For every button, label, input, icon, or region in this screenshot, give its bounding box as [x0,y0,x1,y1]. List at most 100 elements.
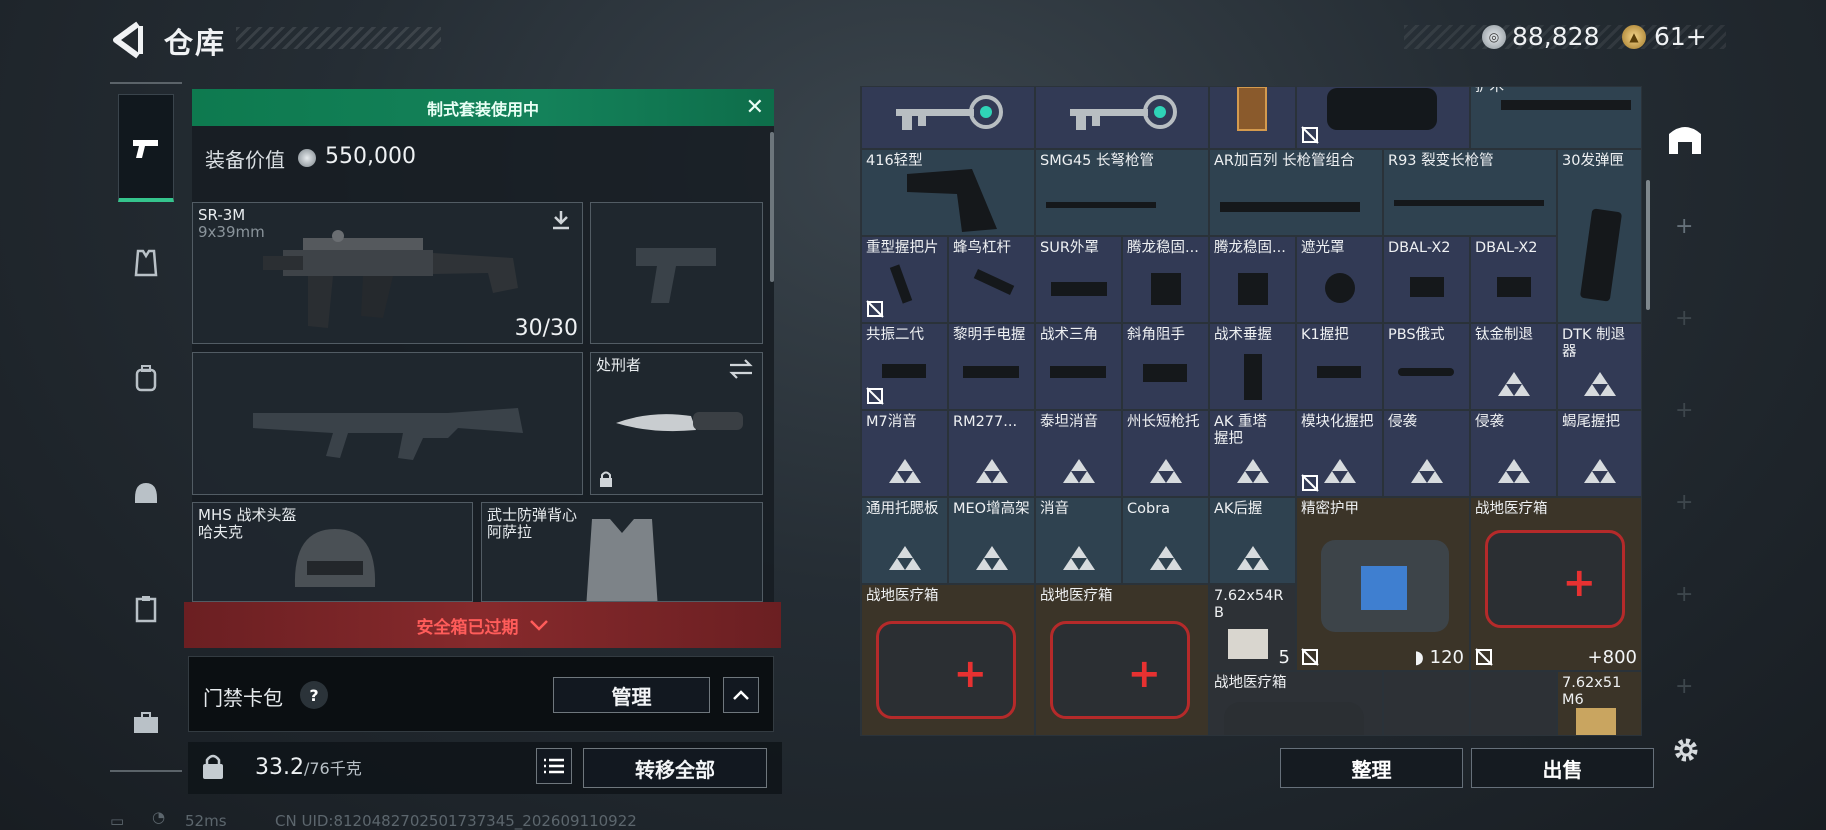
add-storage-page-icon[interactable]: + [1675,398,1693,423]
unknown-item-icon [1236,546,1269,570]
grid-cell-item[interactable]: DTK 制退器 [1557,323,1641,410]
tab-weapons[interactable] [118,94,174,202]
grid-cell-item[interactable]: 消音 [1035,497,1122,584]
grid-cell-item[interactable]: SUR外罩 [1035,236,1122,323]
grid-cell-item[interactable]: 蝎尾握把 [1557,410,1641,497]
add-storage-page-icon[interactable]: + [1675,674,1693,699]
primary-weapon-slot[interactable]: SR-3M 9x39mm 30/30 [192,202,583,344]
grid-cell-medkit[interactable]: 战地医疗箱 [1209,671,1383,735]
grid-cell-item[interactable]: 蜂鸟杠杆 [948,236,1035,323]
secondary-weapon-slot-empty[interactable] [192,352,583,495]
grid-cell-item[interactable]: 416轻型 [861,149,1035,236]
grid-cell-item[interactable]: 泰坦消音 [1035,410,1122,497]
unknown-item-icon [888,459,921,483]
weight-lock-icon [203,754,223,779]
grid-cell-item[interactable]: 战术垂握 [1209,323,1296,410]
list-view-button[interactable] [536,748,572,784]
grid-cell-medkit[interactable]: 战地医疗箱 + [1035,584,1209,735]
add-storage-page-icon[interactable]: + [1675,582,1693,607]
grid-cell-empty[interactable] [1470,671,1557,735]
unknown-item-icon [1149,459,1182,483]
item-name: Cobra [1127,501,1171,517]
add-storage-page-icon[interactable]: + [1675,214,1693,239]
help-icon[interactable]: ? [300,681,328,709]
back-arrow-icon[interactable] [108,20,144,60]
loadout-scrollbar[interactable] [770,132,774,282]
grid-cell-item[interactable]: 重型握把片 [861,236,948,323]
safebox-expired-banner[interactable]: 安全箱已过期 [184,602,781,648]
close-icon[interactable]: ✕ [746,95,764,120]
storage-icon[interactable] [1666,120,1704,156]
tab-clipboard[interactable] [118,554,174,662]
grid-cell-handguard[interactable]: 护木 [1470,87,1641,149]
tab-backpack[interactable] [118,324,174,432]
tab-helmet[interactable] [118,439,174,547]
grid-cell-item[interactable]: 腾龙稳固... [1209,236,1296,323]
grid-cell-armor[interactable]: 精密护甲 ◗ 120 [1296,497,1470,671]
wifi-icon: ◔ [152,808,166,826]
grid-cell-ammo[interactable]: 7.62x54R B 5 [1209,584,1296,671]
grid-cell-item[interactable]: 侵袭 [1383,410,1470,497]
item-name: 黎明手电握 [953,327,1026,343]
grid-cell-item[interactable]: M7消音 [861,410,948,497]
grid-cell-item[interactable]: 侵袭 [1470,410,1557,497]
grid-cell-item[interactable]: AR加百列 长枪管组合 [1209,149,1383,236]
grid-cell-item[interactable]: 州长短枪托 [1122,410,1209,497]
grid-cell-item[interactable]: 遮光罩 [1296,236,1383,323]
item-name: 战地医疗箱 [1475,501,1548,517]
grid-cell-item[interactable]: MEO增高架 [948,497,1035,584]
item-name: 战地医疗箱 [1214,675,1287,691]
grid-cell-item[interactable]: RM277... [948,410,1035,497]
grid-cell-item[interactable]: DBAL-X2 [1383,236,1470,323]
pistol-slot-empty[interactable] [590,202,763,344]
grid-cell-item[interactable]: 腾龙稳固... [1122,236,1209,323]
item-name: 7.62x54R B [1214,588,1284,621]
grid-cell-empty[interactable] [1383,671,1470,735]
grid-cell-scope[interactable] [1296,87,1470,149]
grid-cell-medkit[interactable]: 战地医疗箱 + +800 [1470,497,1641,671]
tab-case[interactable] [118,669,174,777]
inventory-scrollbar[interactable] [1646,180,1650,310]
grid-cell-item[interactable]: R93 裂变长枪管 [1383,149,1557,236]
medkit-image [1224,702,1364,735]
item-name: 蝎尾握把 [1562,414,1620,430]
sort-button[interactable]: 整理 [1280,748,1463,788]
armor-slot[interactable]: 武士防弹背心 阿萨拉 [481,502,763,602]
helmet-slot[interactable]: MHS 战术头盔 哈夫克 [192,502,473,602]
stock-image [907,169,997,232]
grid-cell-item[interactable]: PBS俄式 [1383,323,1470,410]
grid-cell-key[interactable] [861,87,1035,149]
grid-cell-item[interactable]: SMG45 长弩枪管 [1035,149,1209,236]
ammo-count: 30/30 [514,316,578,341]
grid-cell-item[interactable]: AK 重塔握把 [1209,410,1296,497]
grid-cell-item[interactable]: 黎明手电握 [948,323,1035,410]
grid-cell-item[interactable]: Cobra [1122,497,1209,584]
add-storage-page-icon[interactable]: + [1675,306,1693,331]
grid-cell-item[interactable]: 战术三角 [1035,323,1122,410]
grid-cell-item[interactable]: 模块化握把 [1296,410,1383,497]
grid-cell-item[interactable]: 30发弹匣 [1557,149,1641,323]
sr3m-rifle-image [263,230,518,328]
grid-cell-item[interactable]: AK后握 [1209,497,1296,584]
melee-slot[interactable]: 处刑者 [590,352,763,495]
grid-cell-medkit[interactable]: 战地医疗箱 + [861,584,1035,735]
grid-cell-item[interactable]: 通用托腮板 [861,497,948,584]
item-name: 模块化握把 [1301,414,1374,430]
manage-button[interactable]: 管理 [553,677,710,713]
grid-cell-item[interactable]: 共振二代 [861,323,948,410]
grid-cell-item[interactable]: DBAL-X2 [1470,236,1557,323]
collapse-button[interactable] [723,677,759,713]
swap-icon[interactable] [728,358,754,380]
gold-currency[interactable]: 61+ [1654,22,1707,51]
grid-cell-ammo[interactable]: 7.62x51 M6 [1557,671,1641,735]
grid-cell-item[interactable]: 斜角阻手 [1122,323,1209,410]
grid-cell-item[interactable]: K1握把 [1296,323,1383,410]
tab-vest[interactable] [118,209,174,317]
grid-cell-item[interactable]: 钛金制退 [1470,323,1557,410]
transfer-all-button[interactable]: 转移全部 [583,748,767,788]
grid-cell-card[interactable] [1209,87,1296,149]
add-storage-page-icon[interactable]: + [1675,490,1693,515]
grid-cell-key[interactable] [1035,87,1209,149]
sell-button[interactable]: 出售 [1471,748,1654,788]
gear-icon[interactable] [1670,734,1702,766]
